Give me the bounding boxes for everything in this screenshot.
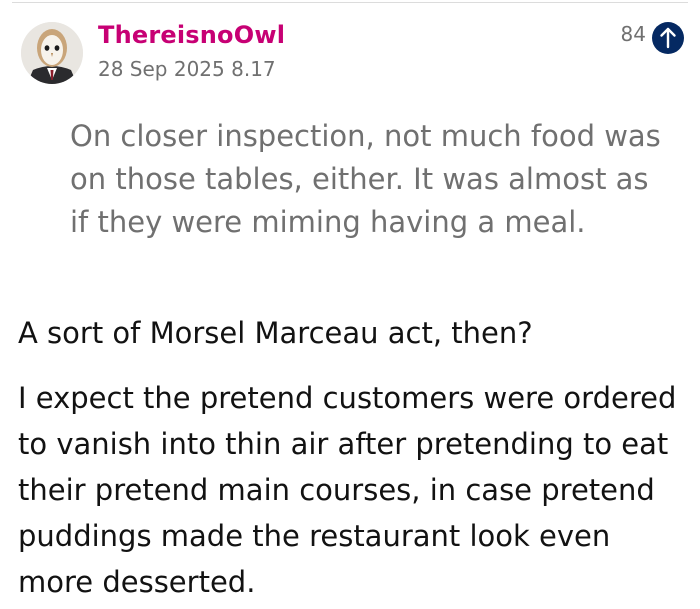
owl-avatar-icon <box>21 22 83 84</box>
recommend-count: 84 <box>620 22 646 46</box>
username[interactable]: ThereisnoOwl <box>98 21 285 49</box>
comment-paragraph: I expect the pretend customers were orde… <box>18 381 677 599</box>
comment-paragraph: A sort of Morsel Marceau act, then? <box>18 316 533 350</box>
recommend-button[interactable] <box>652 22 684 54</box>
avatar[interactable] <box>21 22 83 84</box>
top-divider <box>12 2 688 3</box>
quoted-comment: On closer inspection, not much food was … <box>70 119 661 239</box>
arrow-up-icon <box>660 27 676 49</box>
comment-timestamp[interactable]: 28 Sep 2025 8.17 <box>98 57 276 81</box>
